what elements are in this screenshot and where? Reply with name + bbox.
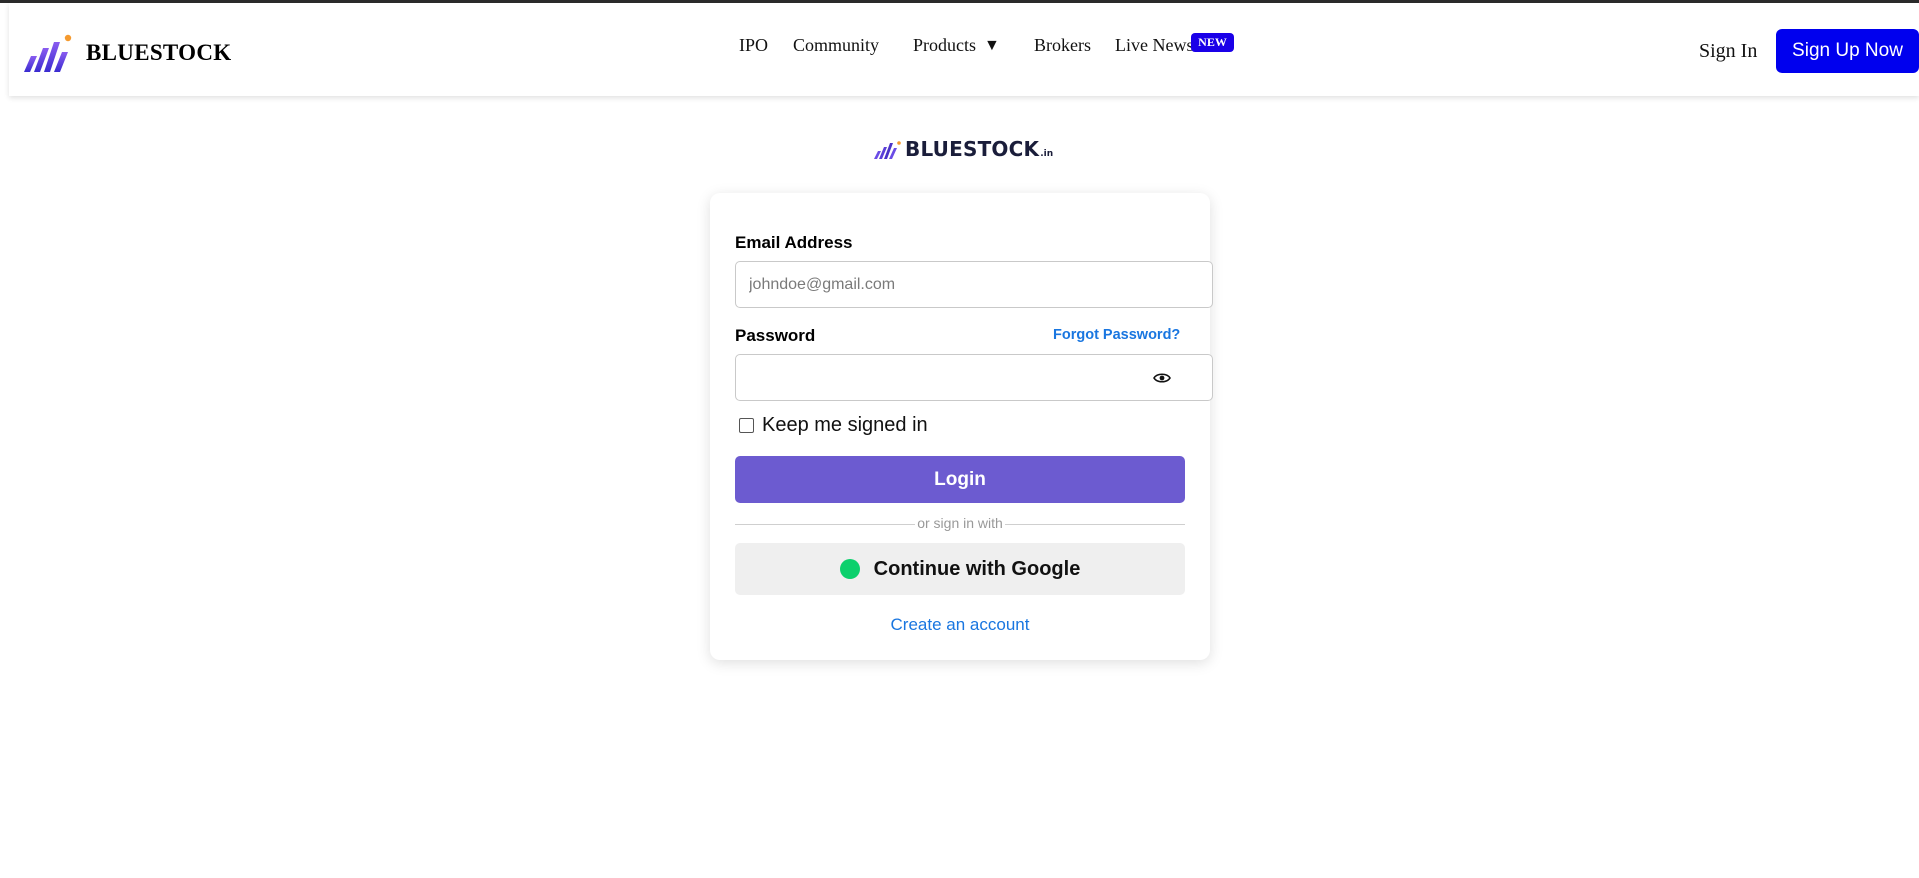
sign-in-link[interactable]: Sign In xyxy=(1699,40,1757,63)
login-card: Email Address Password Forgot Password? … xyxy=(710,193,1213,660)
center-brand-suffix: .in xyxy=(1040,149,1054,159)
new-badge: NEW xyxy=(1191,33,1234,52)
divider-text: or sign in with xyxy=(915,515,1005,531)
divider-text-row: or sign in with xyxy=(710,515,1210,531)
password-label: Password xyxy=(735,326,816,345)
keep-signed-in-row: Keep me signed in xyxy=(739,414,928,437)
brand-name: BLUESTOCK xyxy=(86,40,232,65)
bluestock-logo-icon xyxy=(24,34,72,72)
google-signin-button[interactable]: Continue with Google xyxy=(735,543,1185,595)
email-field[interactable] xyxy=(735,261,1213,308)
eye-icon[interactable] xyxy=(1153,372,1171,384)
nav-live-news[interactable]: Live News xyxy=(1115,35,1193,56)
create-account-link[interactable]: Create an account xyxy=(710,615,1210,635)
nav-ipo[interactable]: IPO xyxy=(739,35,768,56)
nav-products-label: Products xyxy=(913,35,976,55)
login-button[interactable]: Login xyxy=(735,456,1185,503)
bluestock-mark-icon xyxy=(874,141,901,159)
nav-products[interactable]: Products ▼ xyxy=(913,35,1000,56)
brand-logo-link[interactable]: BLUESTOCK xyxy=(21,32,231,74)
forgot-password-link[interactable]: Forgot Password? xyxy=(1053,327,1180,343)
nav-brokers[interactable]: Brokers xyxy=(1034,35,1091,56)
nav-community[interactable]: Community xyxy=(793,35,879,56)
keep-signed-in-checkbox[interactable] xyxy=(739,418,754,433)
top-navbar: BLUESTOCK IPO Community Products ▼ Broke… xyxy=(9,3,1919,96)
sign-up-button[interactable]: Sign Up Now xyxy=(1776,29,1919,73)
google-signin-label: Continue with Google xyxy=(873,557,1081,580)
email-label: Email Address xyxy=(735,233,853,252)
keep-signed-in-label[interactable]: Keep me signed in xyxy=(762,414,928,437)
password-field[interactable] xyxy=(735,354,1213,401)
center-brand-logo: BLUESTOCK .in xyxy=(873,138,1053,160)
green-dot-icon xyxy=(839,559,860,579)
center-brand-name: BLUESTOCK xyxy=(905,137,1040,161)
chevron-down-icon: ▼ xyxy=(984,36,1000,54)
